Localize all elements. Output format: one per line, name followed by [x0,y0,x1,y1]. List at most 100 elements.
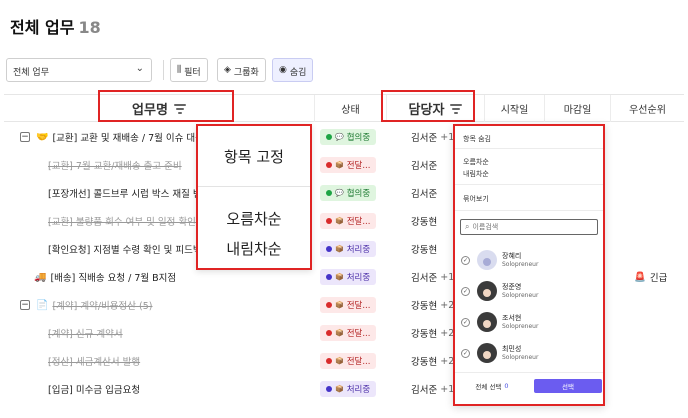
assignee-option[interactable]: ✓ 최민성 Solopreneur [461,340,601,366]
collapse-icon[interactable]: − [20,132,30,142]
assignee-cell[interactable]: 강동현 +2 [411,291,454,319]
status-dot-icon [326,134,332,140]
column-header-due[interactable]: 마감일 [544,95,610,122]
column-menu-popup: 항목 고정 오름차순 내림차순 [196,124,312,270]
status-badge[interactable]: 📦 처리중 [320,381,377,397]
assignee-option[interactable]: ✓ 정준영 Solopreneur [461,278,601,304]
assignee-option-name: 최민성 [502,344,522,353]
task-cell[interactable]: [정산] 세금계산서 발행 [48,347,310,375]
column-header-status-label: 상태 [341,105,360,116]
task-cell[interactable]: − 📄 [계약] 계약/비용정산 (5) [20,291,310,319]
column-header-priority-label: 우선순위 [629,105,666,116]
assignee-cell[interactable]: 김서준 [411,179,437,207]
document-icon: 📄 [36,299,49,311]
assignee-option[interactable]: ✓ 조서현 Solopreneur [461,309,601,335]
assignee-name: 김서준 [411,161,438,172]
status-badge[interactable]: 📦 전달... [320,297,377,313]
panel-divider [455,372,603,373]
assignee-name: 강동현 [411,245,438,256]
assignee-option-org: Solopreneur [502,260,539,268]
select-all-button[interactable]: 전체 선택 0 [460,379,524,393]
assignee-name: 강동현 [411,301,438,312]
menu-item-pin[interactable]: 항목 고정 [198,146,310,167]
assignee-cell[interactable]: 김서준 [411,151,437,179]
status-dot-icon [326,246,332,252]
assignee-cell[interactable]: 김서준 +1 [411,375,454,403]
panel-item-hide[interactable]: 항목 숨김 [463,134,491,144]
task-title: [정산] 세금계산서 발행 [48,357,141,368]
assignee-cell[interactable]: 강동현 [411,235,437,263]
apply-select-button[interactable]: 선택 [534,379,602,393]
menu-item-sort-asc[interactable]: 오름차순 [198,208,310,229]
assignee-filter-panel: 항목 숨김 오름차순 내림차순 묶어보기 ⌕ ✓ 장혜리 Solopreneur… [453,124,605,406]
assignee-option-name: 조서현 [502,313,522,322]
handshake-icon: 🤝 [36,131,49,143]
assignee-option-name: 정준영 [502,282,522,291]
selected-count: 0 [504,382,509,390]
status-dot-icon [326,302,332,308]
task-title: [계약] 신규 계약서 [48,329,123,340]
column-header-status[interactable]: 상태 [314,95,386,122]
status-badge[interactable]: 💬 협의중 [320,185,377,201]
column-header-start[interactable]: 시작일 [484,95,544,122]
panel-divider [455,210,603,211]
assignee-option-org: Solopreneur [502,291,539,299]
check-icon[interactable]: ✓ [461,348,470,358]
filter-button[interactable]: ⫼ 필터 [170,58,208,82]
task-cell[interactable]: [입금] 미수금 입금요청 [48,375,310,403]
select-all-label: 전체 선택 [475,383,502,391]
status-badge[interactable]: 📦 전달... [320,213,377,229]
assignee-name: 강동현 [411,357,438,368]
status-label: 전달... [346,357,371,367]
truck-icon: 📦 [335,301,344,309]
check-icon[interactable]: ✓ [461,286,470,296]
panel-item-sort-asc[interactable]: 오름차순 [463,157,489,167]
status-badge[interactable]: 💬 협의중 [320,129,377,145]
siren-icon: 🚨 [634,271,646,283]
column-header-due-label: 마감일 [563,105,592,116]
box-icon: 📦 [335,273,344,281]
task-cell[interactable]: [계약] 신규 계약서 [48,319,310,347]
column-header-priority[interactable]: 우선순위 [610,95,684,122]
status-label: 처리중 [346,273,371,283]
priority-cell[interactable]: 🚨 긴급 [634,263,667,291]
assignee-option[interactable]: ✓ 장혜리 Solopreneur [461,247,601,273]
page-title: 전체 업무 18 [10,14,101,38]
task-title: [확인요청] 지점별 수령 확인 및 피드백 [48,245,202,256]
group-button[interactable]: ◈ 그룹화 [217,58,266,82]
search-icon: ⌕ [465,222,470,231]
status-badge[interactable]: 📦 처리중 [320,269,377,285]
truck-icon: 📦 [335,161,344,169]
assignee-cell[interactable]: 강동현 +2 [411,347,454,375]
assignee-cell[interactable]: 강동현 +2 [411,319,454,347]
assignee-search-input[interactable] [472,223,591,231]
assignee-name: 김서준 [411,189,438,200]
menu-item-sort-desc[interactable]: 내림차순 [198,238,310,259]
task-title: [배송] 직배송 요청 / 7월 B지점 [50,273,177,284]
assignee-cell[interactable]: 김서준 +1 [411,123,454,151]
chat-icon: 💬 [335,189,344,197]
hide-button[interactable]: ◉ 숨김 [272,58,314,82]
assignee-option-org: Solopreneur [502,322,539,330]
status-label: 전달... [346,161,371,171]
box-icon: 📦 [335,245,344,253]
check-icon[interactable]: ✓ [461,317,470,327]
highlight-assignee-header [381,90,475,122]
group-button-label: 그룹화 [233,68,259,78]
assignee-name: 김서준 [411,385,438,396]
chevron-down-icon: ⌄ [135,63,144,74]
panel-item-sort-desc[interactable]: 내림차순 [463,169,489,179]
status-badge[interactable]: 📦 처리중 [320,241,377,257]
check-icon[interactable]: ✓ [461,255,470,265]
status-badge[interactable]: 📦 전달... [320,157,377,173]
assignee-cell[interactable]: 강동현 [411,207,437,235]
assignee-cell[interactable]: 김서준 +1 [411,263,454,291]
assignee-search[interactable]: ⌕ [460,219,598,235]
view-select[interactable]: 전체 업무 ⌄ [6,58,152,82]
status-dot-icon [326,358,332,364]
status-badge[interactable]: 📦 전달... [320,325,377,341]
status-badge[interactable]: 📦 전달... [320,353,377,369]
avatar [477,281,497,301]
panel-item-group[interactable]: 묶어보기 [463,194,489,204]
collapse-icon[interactable]: − [20,300,30,310]
